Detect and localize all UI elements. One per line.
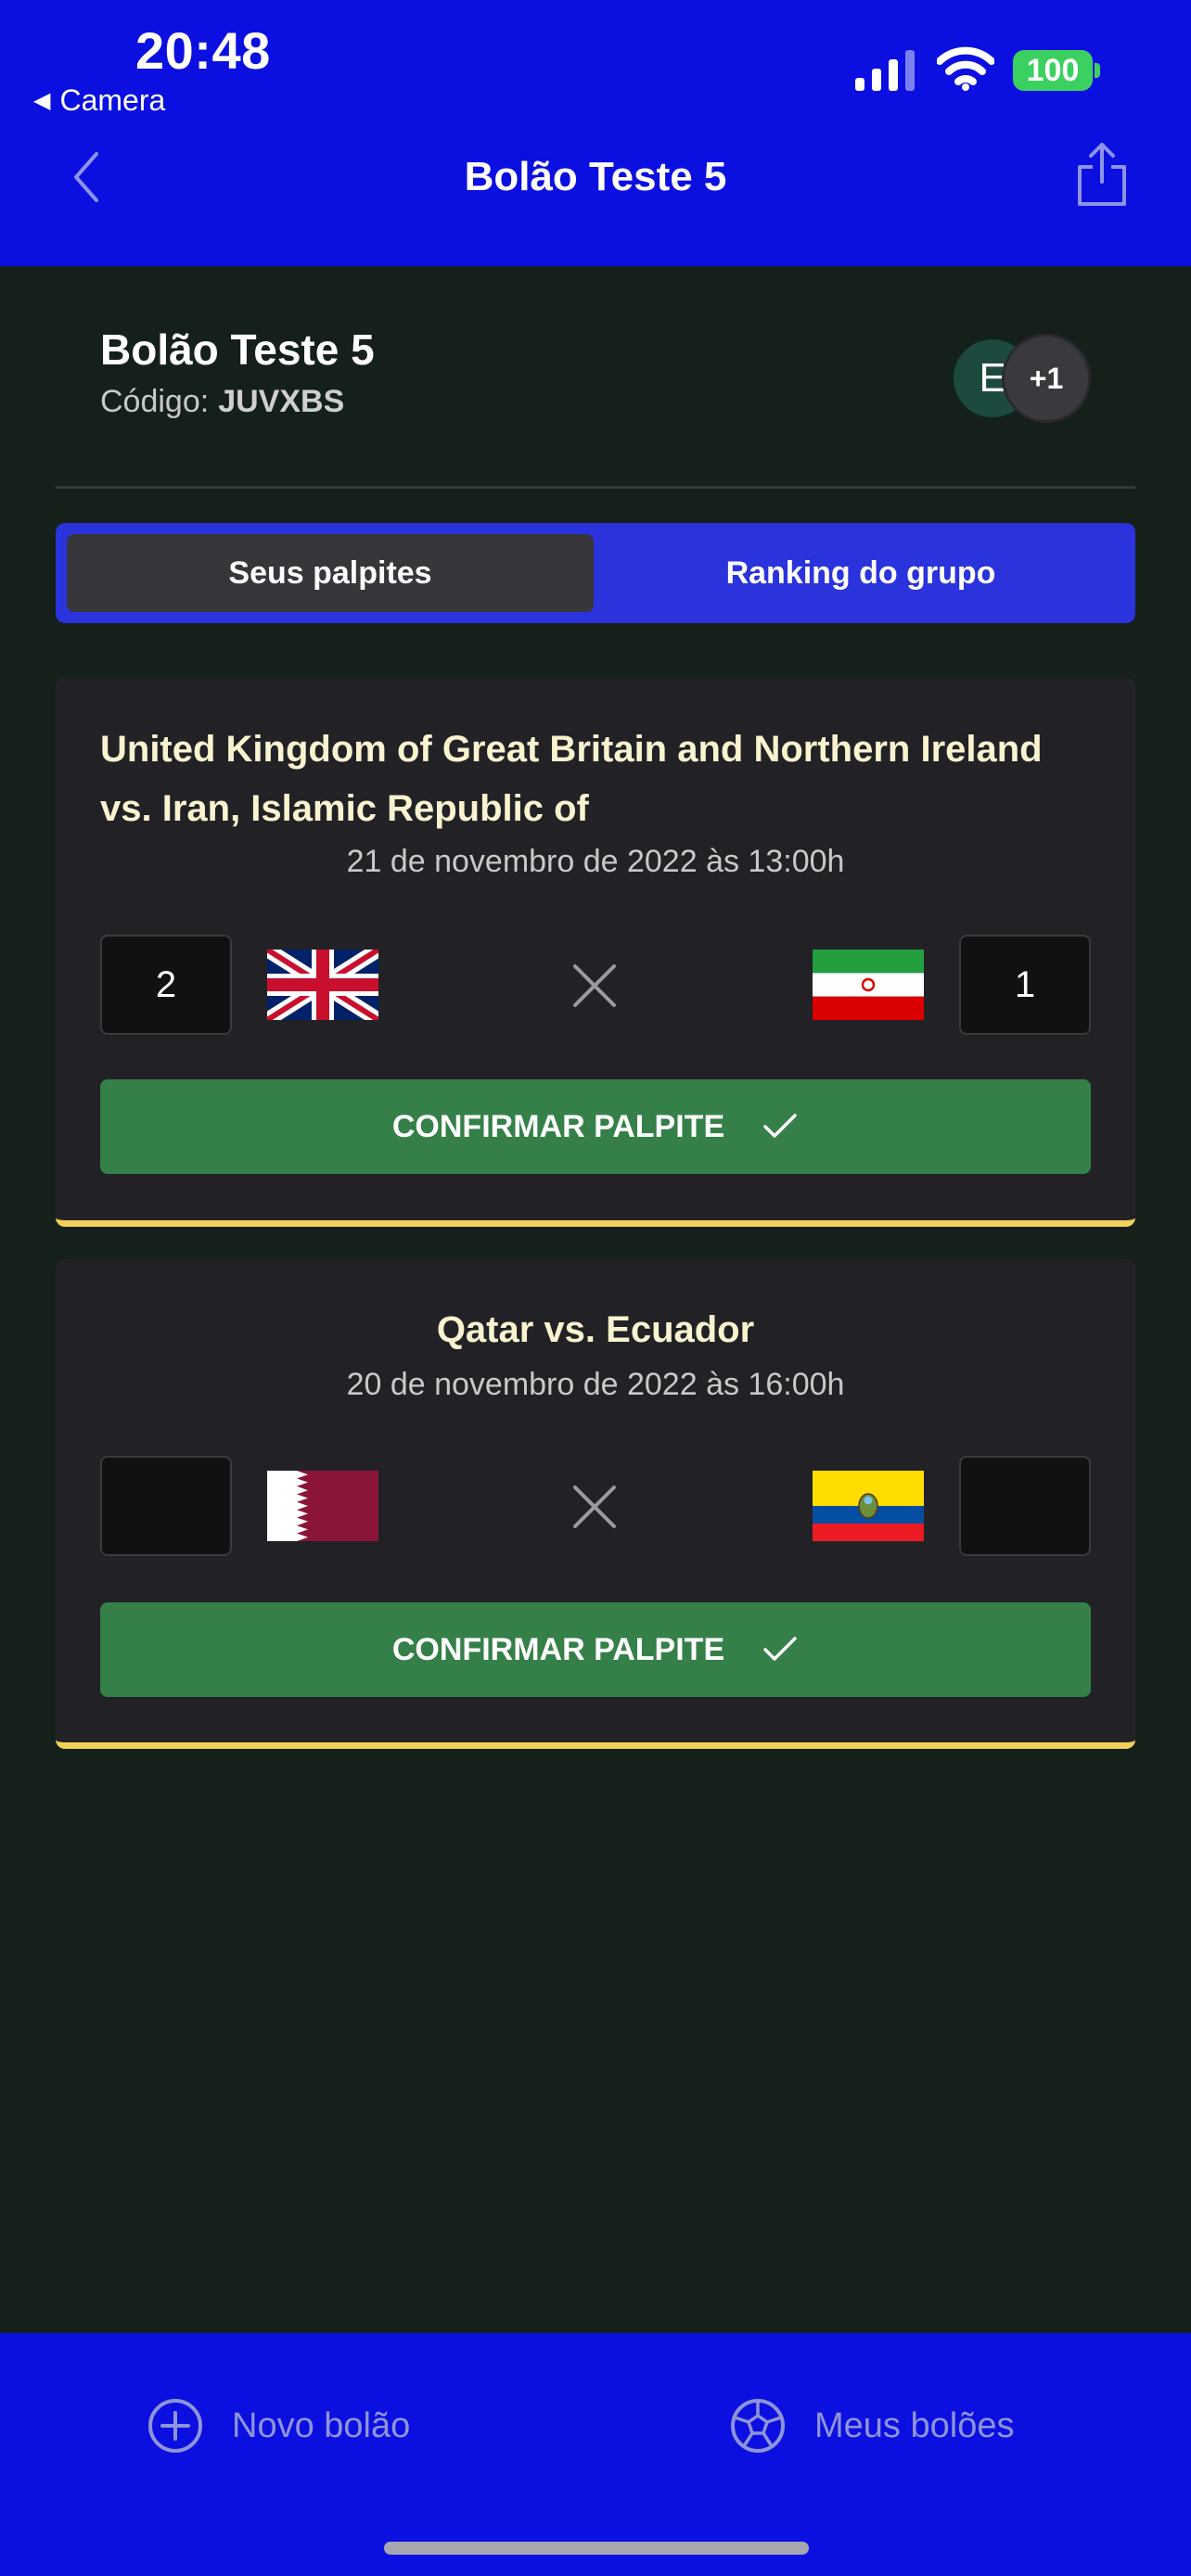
match-title: United Kingdom of Great Britain and Nort… [100,729,1043,829]
qatar-flag-icon [267,1471,378,1541]
status-time: 20:48 [135,21,271,80]
nav-title: Bolão Teste 5 [464,154,727,199]
cellular-signal-icon [855,50,915,91]
wifi-icon [937,46,994,91]
confirm-label: CONFIRMAR PALPITE [391,1108,725,1144]
confirm-prediction-button[interactable]: CONFIRMAR PALPITE [100,1602,1091,1697]
battery-icon: 100 [1013,50,1102,91]
confirm-label: CONFIRMAR PALPITE [391,1631,725,1667]
ecuador-flag-icon [813,1471,924,1541]
divider [56,486,1135,489]
match-date: 20 de novembro de 2022 às 16:00h [346,1367,845,1402]
home-score-input[interactable] [100,1456,232,1556]
my-pools-label: Meus bolões [814,2405,1015,2445]
score-row: 2 1 [56,935,1135,1037]
check-icon [763,1114,797,1138]
plus-circle-icon [148,2399,202,2453]
status-back-app-label: Camera [59,83,166,117]
avatar-more-count: +1 [1002,334,1091,423]
group-code-value: JUVXBS [218,384,345,419]
status-back-to-app[interactable]: ◀ Camera [33,83,165,118]
battery-level: 100 [1013,50,1093,91]
uk-flag-icon [267,950,378,1020]
segmented-tabs: Seus palpites Ranking do grupo [56,523,1135,623]
members-avatars[interactable]: E +1 [946,334,1095,423]
group-code-label: Código: [100,384,210,419]
tab-ranking-do-grupo[interactable]: Ranking do grupo [597,534,1124,612]
away-score-input[interactable] [959,1456,1091,1556]
group-name: Bolão Teste 5 [100,325,375,374]
confirm-prediction-button[interactable]: CONFIRMAR PALPITE [100,1079,1091,1174]
check-icon [763,1637,797,1661]
match-date: 21 de novembro de 2022 às 13:00h [346,844,845,879]
match-card: Qatar vs. Ecuador 20 de novembro de 2022… [56,1259,1135,1749]
back-triangle-icon: ◀ [33,88,51,113]
iran-flag-icon [813,950,924,1020]
my-pools-tab[interactable]: Meus bolões [729,2389,1014,2463]
match-title: Qatar vs. Ecuador [436,1309,755,1350]
close-x-icon [573,1486,616,1528]
soccer-ball-icon [731,2399,785,2453]
bottom-tab-bar: Novo bolão Meus bolões [0,2333,1191,2576]
group-code: Código: JUVXBS [100,384,344,420]
battery-cap [1095,63,1100,78]
score-row [56,1456,1135,1558]
tab-seus-palpites[interactable]: Seus palpites [67,534,594,612]
top-header: 20:48 ◀ Camera 100 Bolão Teste 5 [0,0,1191,266]
match-card: United Kingdom of Great Britain and Nort… [56,677,1135,1227]
home-score-input[interactable]: 2 [100,935,232,1035]
away-score-input[interactable]: 1 [959,935,1091,1035]
home-indicator[interactable] [384,2542,809,2555]
close-x-icon [573,964,616,1007]
new-pool-tab[interactable]: Novo bolão [147,2389,410,2463]
share-icon[interactable] [1074,141,1130,208]
new-pool-label: Novo bolão [232,2405,411,2445]
